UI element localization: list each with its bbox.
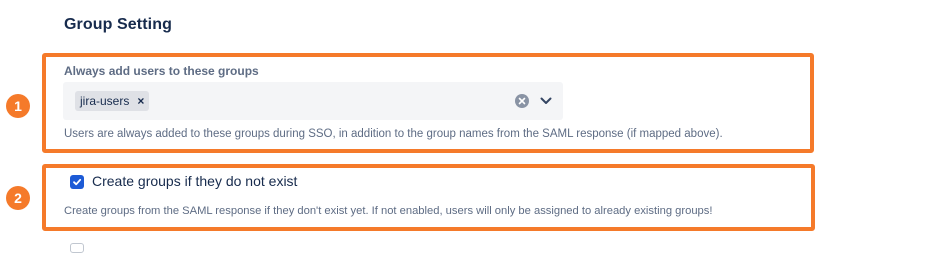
group-tag-jira-users: jira-users × bbox=[75, 91, 150, 111]
group-field-label: Always add users to these groups bbox=[64, 64, 259, 78]
create-groups-helper: Create groups from the SAML response if … bbox=[64, 205, 713, 217]
next-option-checkbox[interactable] bbox=[70, 243, 84, 253]
create-groups-checkbox[interactable] bbox=[70, 175, 84, 189]
group-field-helper: Users are always added to these groups d… bbox=[64, 128, 723, 140]
group-multi-select[interactable]: jira-users × bbox=[63, 82, 563, 120]
step-badge-1: 1 bbox=[6, 94, 30, 118]
chevron-down-icon[interactable] bbox=[538, 93, 554, 109]
close-icon bbox=[518, 97, 526, 105]
checkmark-icon bbox=[73, 178, 82, 186]
tag-remove-icon[interactable]: × bbox=[137, 95, 144, 107]
step-badge-2: 2 bbox=[6, 186, 30, 210]
group-tag-label: jira-users bbox=[80, 94, 130, 108]
clear-selection-icon[interactable] bbox=[515, 94, 529, 108]
section-title: Group Setting bbox=[64, 16, 172, 33]
create-groups-label[interactable]: Create groups if they do not exist bbox=[92, 173, 297, 189]
